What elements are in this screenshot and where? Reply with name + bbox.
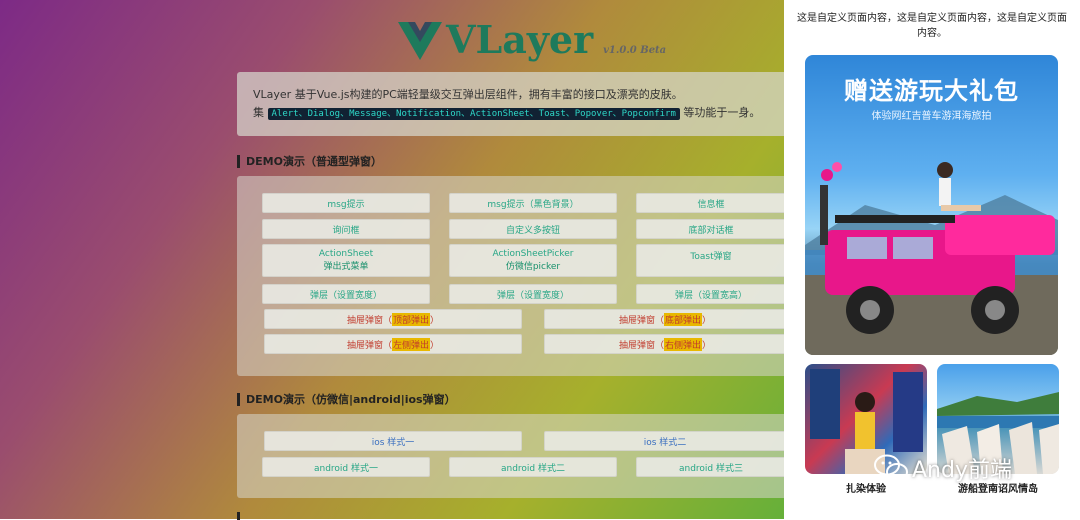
drawer-bottom-label: 底部弹出: [663, 312, 702, 326]
logo-title: VLayer: [446, 17, 594, 62]
section-title-normal: DEMO演示（普通型弹窗）: [237, 155, 382, 168]
actionsheet-button[interactable]: ActionSheet 弹出式菜单: [262, 244, 430, 277]
intro-box: VLayer 基于Vue.js构建的PC端轻量级交互弹出层组件，拥有丰富的接口及…: [237, 72, 797, 136]
actionsheet-picker-sublabel: 仿微信picker: [505, 262, 561, 272]
drawer-left-button[interactable]: 抽屉弹窗（ 左侧弹出）: [264, 334, 522, 354]
jeep-illustration: [805, 162, 1058, 355]
toast-button[interactable]: Toast弹窗: [636, 244, 786, 277]
layer-width-button-1[interactable]: 弹层（设置宽度）: [262, 284, 430, 304]
ios-style-2-button[interactable]: ios 样式二: [544, 431, 786, 451]
drawer-suffix: ）: [702, 315, 712, 326]
android-style-3-button[interactable]: android 样式三: [636, 457, 786, 477]
intro-line-1: VLayer 基于Vue.js构建的PC端轻量级交互弹出层组件，拥有丰富的接口及…: [253, 88, 683, 101]
actionsheet-picker-button[interactable]: ActionSheetPicker 仿微信picker: [449, 244, 617, 277]
actionsheet-picker-label: ActionSheetPicker: [492, 249, 574, 259]
section-title-wechat: DEMO演示（仿微信|android|ios弹窗）: [237, 393, 456, 406]
actionsheet-sublabel: 弹出式菜单: [323, 262, 369, 272]
android-style-2-button[interactable]: android 样式二: [449, 457, 617, 477]
drawer-prefix: 抽屉弹窗（: [346, 315, 392, 326]
info-button[interactable]: 信息框: [636, 193, 786, 213]
drawer-suffix: ）: [702, 340, 712, 351]
logo-version: v1.0.0 Beta: [603, 45, 667, 56]
promo-banner-image[interactable]: 赠送游玩大礼包 体验网红吉普车游洱海旅拍: [805, 55, 1058, 355]
watermark: Andy前端: [874, 452, 1012, 484]
drawer-bottom-button[interactable]: 抽屉弹窗（ 底部弹出）: [544, 309, 786, 329]
drawer-prefix: 抽屉弹窗（: [618, 340, 664, 351]
vlayer-logo: VLayer v1.0.0 Beta: [398, 12, 678, 60]
msg-button[interactable]: msg提示: [262, 193, 430, 213]
intro-prefix: 集: [253, 106, 264, 119]
wechat-icon: [874, 454, 908, 481]
drawer-suffix: ）: [430, 315, 440, 326]
vue-logo-icon: [398, 22, 442, 60]
ios-style-1-button[interactable]: ios 样式一: [264, 431, 522, 451]
intro-features-code: Alert、Dialog、Message、Notification、Action…: [267, 108, 680, 120]
drawer-top-label: 顶部弹出: [391, 312, 430, 326]
ask-button[interactable]: 询问框: [262, 219, 430, 239]
layer-width-button-2[interactable]: 弹层（设置宽度）: [449, 284, 617, 304]
actionsheet-label: ActionSheet: [318, 249, 374, 259]
layer-width-height-button[interactable]: 弹层（设置宽高）: [636, 284, 786, 304]
intro-suffix: 等功能于一身。: [683, 106, 761, 119]
drawer-prefix: 抽屉弹窗（: [346, 340, 392, 351]
android-style-1-button[interactable]: android 样式一: [262, 457, 430, 477]
drawer-suffix: ）: [430, 340, 440, 351]
custom-multi-button[interactable]: 自定义多按钮: [449, 219, 617, 239]
demo-panel-wechat: [237, 414, 797, 498]
drawer-right-label: 右侧弹出: [663, 337, 702, 351]
custom-page-text: 这是自定义页面内容，这是自定义页面内容，这是自定义页面内容。: [797, 13, 1067, 39]
drawer-left-label: 左侧弹出: [391, 337, 430, 351]
drawer-top-button[interactable]: 抽屉弹窗（ 顶部弹出）: [264, 309, 522, 329]
drawer-prefix: 抽屉弹窗（: [618, 315, 664, 326]
msg-black-button[interactable]: msg提示（黑色背景）: [449, 193, 617, 213]
watermark-text: Andy前端: [912, 458, 1012, 483]
drawer-right-button[interactable]: 抽屉弹窗（ 右侧弹出）: [544, 334, 786, 354]
bottom-dialog-button[interactable]: 底部对话框: [636, 219, 786, 239]
intro-line-2: 集 Alert、Dialog、Message、Notification、Acti…: [253, 104, 781, 123]
